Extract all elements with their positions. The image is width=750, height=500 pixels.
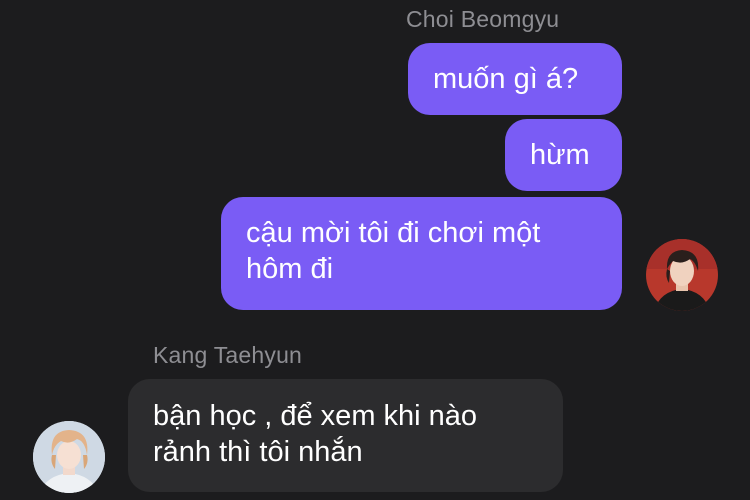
message-text: cậu mời tôi đi chơi một hôm đi bbox=[246, 217, 541, 285]
sender-name-outgoing: Choi Beomgyu bbox=[406, 6, 560, 32]
message-bubble-outgoing[interactable]: cậu mời tôi đi chơi một hôm đi bbox=[221, 197, 622, 310]
avatar-incoming[interactable] bbox=[33, 421, 105, 493]
sender-name-incoming: Kang Taehyun bbox=[153, 342, 303, 368]
message-text: muốn gì á? bbox=[433, 63, 579, 95]
chat-thread: Choi Beomgyu muốn gì á? hừm cậu mời tôi … bbox=[0, 0, 750, 500]
avatar-photo-dark-hair-icon bbox=[646, 239, 718, 311]
message-bubble-outgoing[interactable]: hừm bbox=[505, 119, 622, 191]
message-bubble-incoming[interactable]: bận học , để xem khi nào rảnh thì tôi nh… bbox=[128, 379, 563, 492]
message-text: hừm bbox=[530, 139, 590, 171]
avatar-photo-blonde-hair-icon bbox=[33, 421, 105, 493]
message-bubble-outgoing[interactable]: muốn gì á? bbox=[408, 43, 622, 115]
avatar-outgoing[interactable] bbox=[646, 239, 718, 311]
message-text: bận học , để xem khi nào rảnh thì tôi nh… bbox=[153, 400, 478, 468]
